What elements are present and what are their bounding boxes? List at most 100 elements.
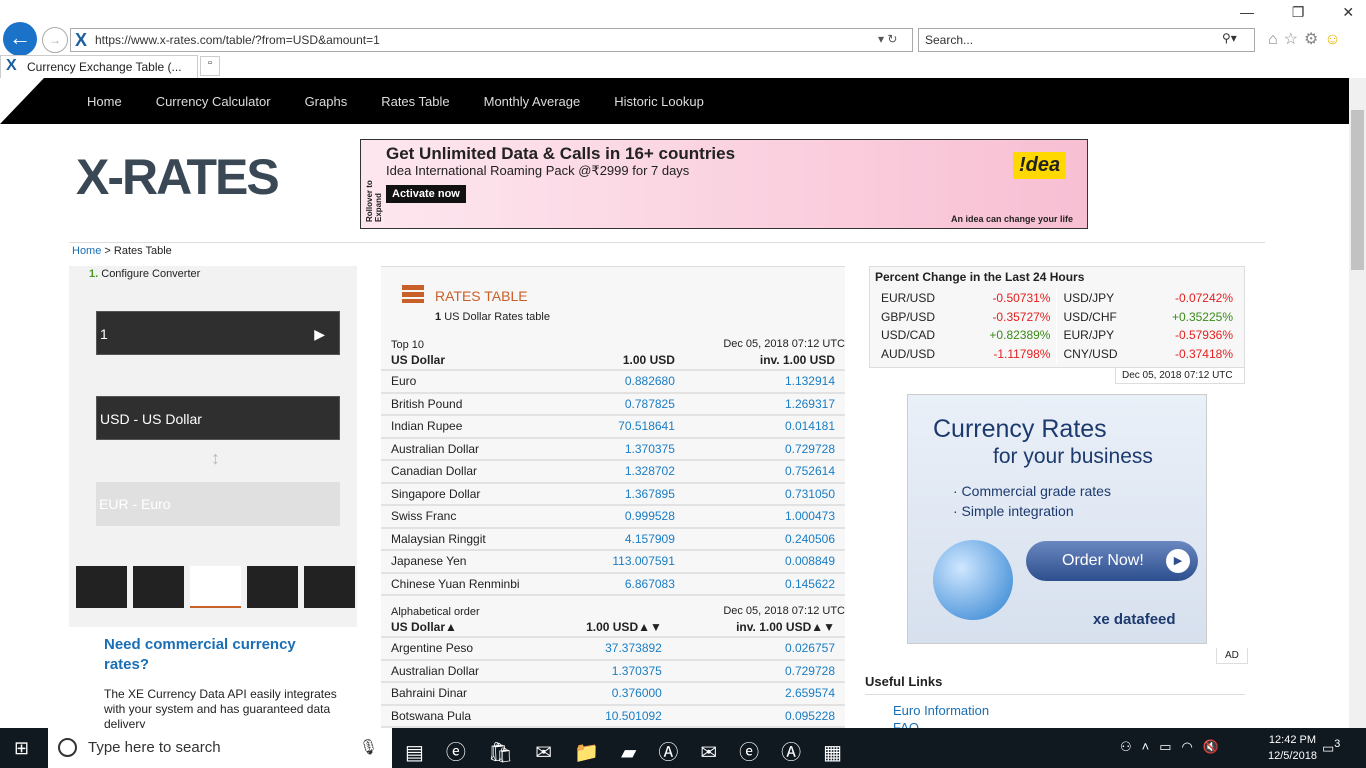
new-tab-button[interactable]: ▫ — [200, 56, 220, 76]
taskbar-search[interactable]: Type here to search 🎙 — [48, 728, 392, 768]
system-tray[interactable]: ⚇˄▭◠🔇 — [1120, 739, 1229, 755]
promo-title[interactable]: Need commercial currency rates? — [104, 635, 337, 675]
table-row: Chinese Yuan Renminbi 6.867083 0.145622 — [381, 572, 845, 596]
promo-body: The XE Currency Data API easily integrat… — [104, 687, 337, 731]
rate-link[interactable]: 0.376000 — [535, 682, 672, 706]
xe-ad-bullet: · Simple integration — [953, 503, 1074, 519]
pair[interactable]: USD/CHF — [1057, 308, 1144, 327]
amount-input[interactable]: 1 ▶ — [96, 311, 340, 355]
inverse-rate-link[interactable]: 0.008849 — [684, 550, 845, 574]
rates-title: RATES TABLE — [435, 288, 528, 304]
notifications-button[interactable]: ▭3 — [1322, 738, 1340, 756]
inverse-rate-link[interactable]: 2.659574 — [671, 682, 845, 706]
calendar-icon[interactable] — [304, 566, 355, 608]
to-currency-select[interactable]: EUR - Euro — [96, 482, 340, 526]
col-currency[interactable]: US Dollar — [381, 351, 577, 371]
nav-home[interactable]: Home — [87, 94, 122, 109]
table-row: Australian Dollar 1.370375 0.729728 — [381, 437, 845, 461]
useful-links: Useful Links Euro Information FAQ — [865, 674, 1245, 735]
from-currency-select[interactable]: USD - US Dollar — [96, 396, 340, 440]
table-row: Indian Rupee 70.518641 0.014181 — [381, 415, 845, 439]
window-controls[interactable]: — ❐ ✕ — [1240, 4, 1354, 21]
inverse-rate-link[interactable]: 0.752614 — [684, 460, 845, 484]
inverse-rate-link[interactable]: 0.145622 — [684, 572, 845, 596]
inverse-rate-link[interactable]: 0.729728 — [684, 437, 845, 461]
nav-graphs[interactable]: Graphs — [305, 94, 348, 109]
pair[interactable]: AUD/USD — [875, 345, 961, 364]
rate-link[interactable]: 0.999528 — [576, 505, 685, 529]
rate-link[interactable]: 10.501092 — [535, 704, 672, 728]
rates-table-icon[interactable] — [190, 566, 241, 608]
change: -0.35727% — [961, 307, 1058, 326]
change: -0.37418% — [1174, 346, 1233, 361]
pair[interactable]: EUR/USD — [875, 289, 961, 308]
banner-ad[interactable]: Rollover to Expand Get Unlimited Data & … — [360, 139, 1088, 229]
inverse-rate-link[interactable]: 0.095228 — [671, 704, 845, 728]
inverse-rate-link[interactable]: 0.731050 — [684, 482, 845, 506]
rate-link[interactable]: 1.370375 — [535, 659, 672, 683]
table-row: Malaysian Ringgit 4.157909 0.240506 — [381, 527, 845, 551]
rate-link[interactable]: 4.157909 — [576, 527, 685, 551]
currency-name: British Pound — [381, 392, 577, 416]
pair[interactable]: CNY/USD — [1057, 345, 1144, 364]
xe-datafeed-ad[interactable]: Currency Rates for your business · Comme… — [907, 394, 1207, 644]
swap-icon[interactable]: ↕ — [211, 448, 220, 469]
currency-name: Singapore Dollar — [381, 482, 577, 506]
scrollbar-thumb[interactable] — [1351, 110, 1364, 270]
inverse-rate-link[interactable]: 0.026757 — [671, 637, 845, 661]
top10-table: Top 10 Dec 05, 2018 07:12 UTC US Dollar 1.0… — [381, 337, 845, 596]
rate-link[interactable]: 1.328702 — [576, 460, 685, 484]
inverse-rate-link[interactable]: 0.729728 — [671, 659, 845, 683]
inverse-rate-link[interactable]: 1.132914 — [684, 370, 845, 394]
rate-link[interactable]: 0.882680 — [576, 370, 685, 394]
site-logo[interactable]: X-RATES — [76, 148, 280, 206]
back-button[interactable]: ← — [3, 22, 37, 56]
col-currency[interactable]: US Dollar▲ — [381, 618, 536, 638]
nav-rates-table[interactable]: Rates Table — [381, 94, 449, 109]
nav-historic-lookup[interactable]: Historic Lookup — [614, 94, 704, 109]
pair[interactable]: USD/JPY — [1057, 289, 1144, 308]
converter-panel: 1. Configure Converter 1 ▶ USD - US Dolla… — [69, 266, 357, 731]
clock[interactable]: 12:42 PM 12/5/2018 — [1268, 732, 1317, 764]
pair[interactable]: EUR/JPY — [1057, 326, 1144, 345]
col-rate[interactable]: 1.00 USD — [576, 351, 685, 371]
inverse-rate-link[interactable]: 1.000473 — [684, 505, 845, 529]
toolbar-icons[interactable]: ⌂☆⚙☺ — [1268, 29, 1347, 49]
forward-button[interactable]: → — [42, 27, 68, 53]
col-rate[interactable]: 1.00 USD▲▼ — [535, 618, 672, 638]
ad-brand-logo: !dea — [1013, 152, 1067, 179]
address-bar[interactable]: https://www.x-rates.com/table/?from=USD&… — [70, 28, 913, 52]
pair[interactable]: GBP/USD — [875, 308, 961, 327]
nav-currency-calculator[interactable]: Currency Calculator — [156, 94, 271, 109]
inverse-rate-link[interactable]: 0.014181 — [684, 415, 845, 439]
col-inverse[interactable]: inv. 1.00 USD▲▼ — [671, 618, 845, 638]
inverse-rate-link[interactable]: 0.240506 — [684, 527, 845, 551]
rate-link[interactable]: 37.373892 — [535, 637, 672, 661]
currency-name: Bahraini Dinar — [381, 682, 536, 706]
graph-icon[interactable] — [133, 566, 184, 608]
nav-monthly-average[interactable]: Monthly Average — [484, 94, 581, 109]
rate-link[interactable]: 1.370375 — [576, 437, 685, 461]
start-button[interactable]: ⊞ — [14, 738, 29, 759]
plus-minus-icon[interactable] — [247, 566, 298, 608]
taskbar-apps[interactable]: ▤ⓔ🛍✉📁▰Ⓐ✉ⓔⒶ▦ — [405, 736, 864, 765]
rate-link[interactable]: 0.787825 — [576, 392, 685, 416]
tab-active[interactable]: Currency Exchange Table (... — [0, 55, 198, 78]
ad-headline: Get Unlimited Data & Calls in 16+ countr… — [386, 144, 736, 163]
calculator-icon[interactable] — [76, 566, 127, 608]
currency-name: Australian Dollar — [381, 659, 536, 683]
rate-link[interactable]: 1.367895 — [576, 482, 685, 506]
search-icon[interactable]: ⚲▾ — [1222, 31, 1237, 45]
ad-cta[interactable]: Activate now — [386, 185, 466, 203]
inverse-rate-link[interactable]: 1.269317 — [684, 392, 845, 416]
order-now-button[interactable]: Order Now! ▶ — [1026, 541, 1198, 581]
link-euro-information[interactable]: Euro Information — [893, 703, 1245, 718]
search-input[interactable]: Search... — [918, 28, 1255, 52]
refresh-icon[interactable]: ▾ ↻ — [878, 32, 897, 46]
rate-link[interactable]: 6.867083 — [576, 572, 685, 596]
col-inverse[interactable]: inv. 1.00 USD — [684, 351, 845, 371]
rate-link[interactable]: 70.518641 — [576, 415, 685, 439]
pair[interactable]: USD/CAD — [875, 326, 961, 345]
rate-link[interactable]: 113.007591 — [576, 550, 685, 574]
breadcrumb-home[interactable]: Home — [72, 245, 101, 257]
